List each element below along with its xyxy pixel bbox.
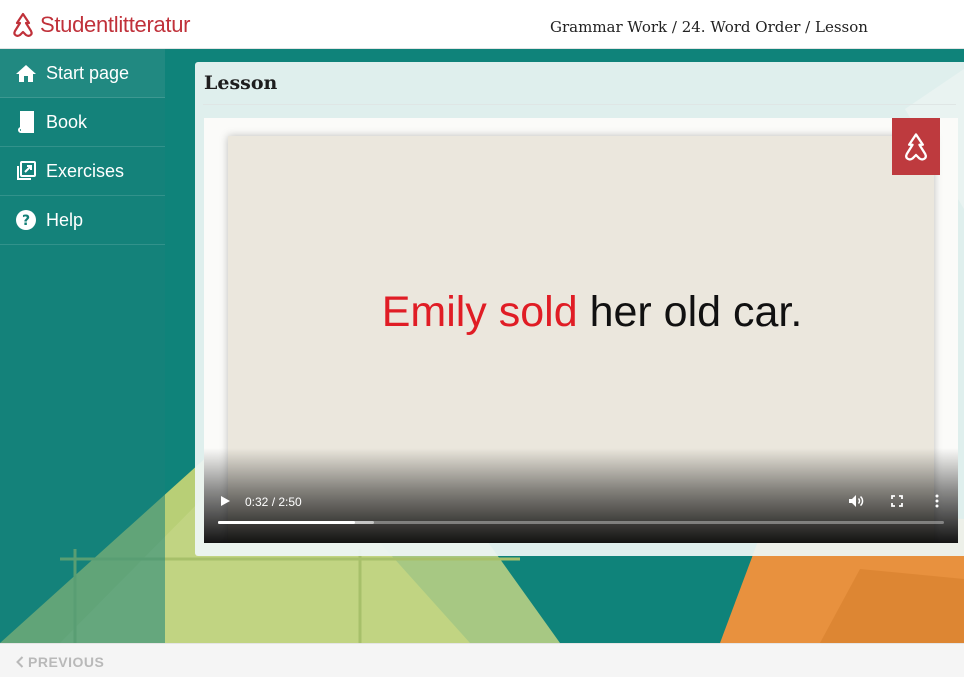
previous-button[interactable]: PREVIOUS — [16, 654, 104, 670]
book-icon — [14, 110, 38, 134]
home-icon — [14, 61, 38, 85]
controls-overlay — [204, 448, 958, 543]
title-divider — [203, 104, 956, 105]
app-header: Studentlitteratur Grammar Work / 24. Wor… — [0, 0, 964, 49]
exercises-icon — [14, 159, 38, 183]
video-time: 0:32 / 2:50 — [245, 495, 302, 509]
brand-name: Studentlitteratur — [40, 12, 191, 37]
brand-logo-icon — [905, 132, 927, 160]
brand-logo[interactable]: Studentlitteratur — [9, 10, 191, 40]
publisher-badge — [892, 118, 940, 175]
sidebar-item-label: Help — [46, 209, 84, 230]
sentence-highlight: Emily sold — [381, 288, 578, 336]
chevron-left-icon — [16, 656, 24, 668]
page-title: Lesson — [204, 72, 278, 94]
sidebar-item-start-page[interactable]: Start page — [0, 49, 165, 98]
sidebar-item-label: Book — [46, 111, 88, 132]
video-player[interactable]: Emily sold her old car. 0:32 / 2:50 — [204, 118, 958, 543]
sidebar-item-exercises[interactable]: Exercises — [0, 147, 165, 196]
play-button[interactable] — [216, 492, 234, 510]
sentence-rest: her old car. — [577, 288, 803, 336]
play-icon — [221, 496, 230, 506]
sidebar-item-book[interactable]: Book — [0, 98, 165, 147]
volume-button[interactable] — [847, 492, 865, 510]
sidebar-item-label: Start page — [46, 62, 130, 83]
fullscreen-icon — [891, 495, 903, 507]
volume-icon — [849, 495, 864, 507]
fullscreen-button[interactable] — [888, 492, 906, 510]
brand-logo-icon — [13, 12, 33, 37]
sidebar-item-help[interactable]: ? Help — [0, 196, 165, 245]
more-vertical-icon — [935, 494, 939, 508]
footer-bar: PREVIOUS — [0, 643, 964, 677]
slide-sentence: Emily sold her old car. — [204, 288, 958, 337]
breadcrumb: Grammar Work / 24. Word Order / Lesson — [550, 18, 868, 36]
video-progress-fill — [218, 521, 355, 524]
video-progress-bar[interactable] — [218, 521, 944, 524]
sidebar: Start page Book Exercises ? Help — [0, 49, 165, 643]
sidebar-item-label: Exercises — [46, 160, 125, 181]
help-icon: ? — [14, 208, 38, 232]
previous-label: PREVIOUS — [28, 654, 105, 670]
svg-text:?: ? — [22, 213, 30, 229]
more-options-button[interactable] — [928, 492, 946, 510]
